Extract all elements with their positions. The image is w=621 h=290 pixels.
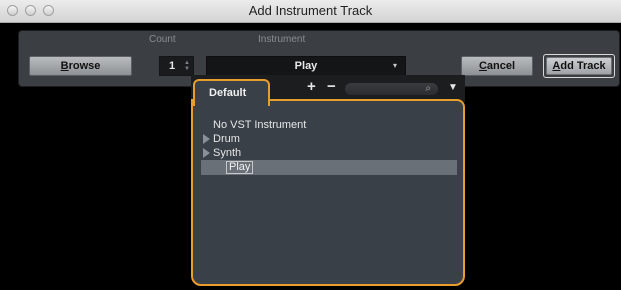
tab-default-label: Default	[209, 87, 247, 99]
list-item-label: Drum	[213, 133, 240, 145]
list-item[interactable]: Synth	[193, 146, 463, 160]
tab-default[interactable]: Default	[193, 79, 270, 106]
remove-icon[interactable]: −	[327, 78, 336, 95]
add-instrument-track-window: Add Instrument Track Count Instrument Br…	[0, 0, 621, 290]
count-field[interactable]: 1 ▲ ▼	[159, 56, 194, 76]
search-icon: ⌕	[425, 83, 431, 94]
browse-button[interactable]: Browse	[29, 56, 132, 76]
instrument-column-label: Instrument	[258, 34, 306, 45]
cancel-button[interactable]: Cancel	[461, 56, 533, 76]
search-input[interactable]: ⌕	[345, 83, 438, 95]
window-title: Add Instrument Track	[248, 3, 373, 18]
instrument-select[interactable]: Play ▾	[206, 56, 406, 76]
count-column-label: Count	[149, 34, 176, 45]
chevron-down-icon: ▾	[392, 61, 397, 70]
menu-chevron-down-icon[interactable]: ▼	[448, 82, 458, 93]
title-bar: Add Instrument Track	[0, 0, 621, 23]
expand-triangle-icon[interactable]	[203, 148, 210, 158]
count-value: 1	[169, 60, 176, 72]
list-item[interactable]: No VST Instrument	[193, 118, 463, 132]
add-icon[interactable]: +	[307, 78, 316, 95]
instrument-list: No VST Instrument Drum Synth Play	[191, 99, 465, 286]
add-track-label: Add Track	[546, 57, 612, 75]
selected-list-item-label[interactable]: Play	[226, 161, 254, 174]
add-track-button[interactable]: Add Track	[543, 54, 615, 78]
list-item[interactable]: Drum	[193, 132, 463, 146]
list-item-label: No VST Instrument	[213, 119, 307, 131]
stepper-icon[interactable]: ▲ ▼	[184, 60, 190, 72]
expand-triangle-icon[interactable]	[203, 134, 210, 144]
list-item-label: Synth	[213, 147, 242, 159]
instrument-browser-popup: + − ⌕ ▼ No VST Instrument Drum Synth Pla…	[191, 75, 465, 286]
instrument-value: Play	[294, 60, 318, 72]
